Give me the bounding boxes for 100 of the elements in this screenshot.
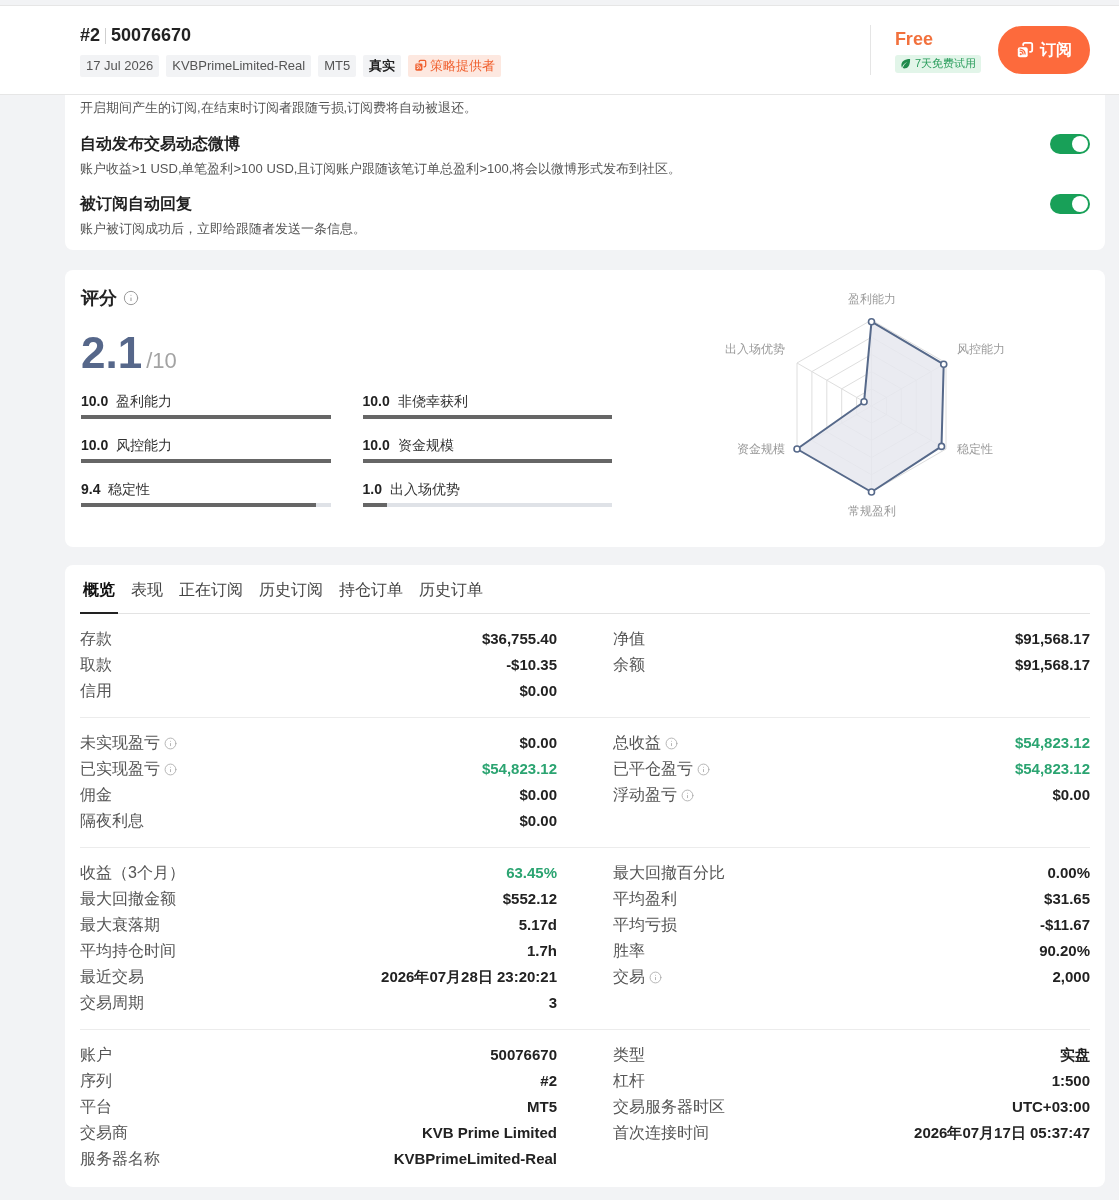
score-title: 评分 — [81, 286, 117, 310]
stat-label: 净值 — [613, 629, 645, 649]
stat-value: $36,755.40 — [481, 628, 557, 649]
stat-label: 存款 — [80, 629, 112, 649]
tab[interactable]: 历史订单 — [416, 580, 486, 614]
stat-label: 序列 — [80, 1071, 112, 1091]
metric-score: 1.0 — [362, 479, 382, 499]
metric-label: 盈利能力 — [116, 391, 173, 411]
stat-label: 已平仓盈亏 — [613, 759, 693, 779]
toggle-switch[interactable] — [1050, 194, 1090, 214]
stat-value: $0.00 — [519, 680, 557, 701]
metric-score: 9.4 — [81, 479, 101, 499]
stat-value: #2 — [540, 1070, 557, 1091]
axis-label: 盈利能力 — [847, 292, 896, 307]
stat-label: 平均亏损 — [613, 915, 677, 935]
stat-value: 2026年07月17日 05:37:47 — [914, 1122, 1090, 1143]
tab[interactable]: 正在订阅 — [176, 580, 246, 614]
metric-label: 非侥幸获利 — [397, 391, 468, 411]
stat-label: 首次连接时间 — [613, 1123, 709, 1143]
stat-label: 最大回撤金额 — [80, 889, 176, 909]
stat-value: 3 — [548, 992, 557, 1013]
stat-value: -$10.35 — [506, 654, 557, 675]
stat-value: $0.00 — [1052, 784, 1090, 805]
stat-label: 隔夜利息 — [80, 811, 144, 831]
stat-label: 未实现盈亏 — [80, 733, 160, 753]
stat-label: 平均持仓时间 — [80, 941, 176, 961]
stat-value: $552.12 — [502, 888, 557, 909]
stat-label: 平均盈利 — [613, 889, 677, 909]
stat-value: 实盘 — [1060, 1044, 1090, 1065]
stat-value: KVB Prime Limited — [421, 1122, 557, 1143]
radar-point — [860, 397, 868, 406]
price-label: Free — [894, 27, 933, 50]
tag-label: 策略提供者 — [430, 56, 496, 75]
radar-point — [867, 317, 876, 326]
stat-value: $0.00 — [519, 810, 557, 831]
stat-value: $0.00 — [519, 784, 557, 805]
axis-label: 出入场优势 — [725, 342, 785, 357]
stat-label: 已实现盈亏 — [80, 759, 160, 779]
setting-title: 被订阅自动回复 — [80, 194, 193, 214]
stat-label: 交易周期 — [80, 993, 144, 1013]
metric-label: 资金规模 — [397, 435, 454, 455]
stat-label: 账户 — [80, 1045, 112, 1065]
stat-label: 佣金 — [80, 785, 112, 805]
rank-number: #2 — [80, 24, 101, 47]
score-max: /10 — [146, 347, 177, 375]
setting-description: 账户被订阅成功后，立即给跟随者发送一条信息。 — [80, 220, 366, 238]
stat-value: UTC+03:00 — [1012, 1096, 1090, 1117]
stat-label: 最近交易 — [80, 967, 144, 987]
tab[interactable]: 概览 — [80, 580, 118, 614]
settings-note: 开启期间产生的订阅,在结束时订阅者跟随亏损,订阅费将自动被退还。 — [80, 99, 479, 117]
radar-point — [937, 442, 946, 451]
tab[interactable]: 历史订阅 — [256, 580, 326, 614]
stat-label: 总收益 — [613, 733, 661, 753]
metric-label: 稳定性 — [108, 479, 151, 499]
account-number: 50076670 — [111, 24, 192, 47]
stat-value: 63.45% — [506, 862, 557, 883]
tag: MT5 — [318, 54, 357, 77]
stat-value: $0.00 — [519, 732, 557, 753]
stat-value: 90.20% — [1039, 940, 1090, 961]
trial-label: 7天免费试用 — [914, 56, 976, 72]
stat-value: $54,823.12 — [1014, 732, 1090, 753]
axis-label: 常规盈利 — [847, 504, 896, 519]
stat-label: 交易服务器时区 — [613, 1097, 725, 1117]
axis-label: 稳定性 — [957, 442, 993, 457]
stat-value: 50076670 — [490, 1044, 557, 1065]
axis-label: 资金规模 — [737, 442, 785, 457]
stat-value: 2026年07月28日 23:20:21 — [381, 966, 557, 987]
stat-value: $91,568.17 — [1014, 628, 1090, 649]
rss-icon — [414, 59, 428, 72]
stat-label: 杠杆 — [613, 1071, 645, 1091]
stat-value: 1.7h — [527, 940, 557, 961]
score-value: 2.1 — [81, 331, 143, 375]
toggle-switch[interactable] — [1050, 134, 1090, 154]
rss-icon — [1016, 41, 1034, 59]
metric-score: 10.0 — [362, 391, 390, 411]
stat-label: 最大回撤百分比 — [613, 863, 725, 883]
stat-label: 信用 — [80, 681, 112, 701]
stat-label: 最大衰落期 — [80, 915, 160, 935]
stat-value: MT5 — [527, 1096, 557, 1117]
stat-label: 服务器名称 — [80, 1149, 160, 1169]
stat-value: $54,823.12 — [481, 758, 557, 779]
stat-value: $31.65 — [1044, 888, 1090, 909]
radar-point — [867, 488, 876, 496]
setting-title: 自动发布交易动态微博 — [80, 134, 241, 154]
tab[interactable]: 表现 — [128, 580, 166, 614]
setting-description: 账户收益>1 USD,单笔盈利>100 USD,且订阅账户跟随该笔订单总盈利>100,将会以微博形式发布到社区。 — [80, 160, 682, 178]
metric-score: 10.0 — [81, 435, 109, 455]
metric-label: 出入场优势 — [389, 479, 460, 499]
stat-value: $91,568.17 — [1014, 654, 1090, 675]
tag: 真实 — [363, 54, 402, 77]
metric-score: 10.0 — [81, 391, 109, 411]
stat-value: 0.00% — [1047, 862, 1090, 883]
stat-label: 浮动盈亏 — [613, 785, 677, 805]
stat-label: 收益（3个月） — [80, 863, 185, 883]
tag: KVBPrimeLimited-Real — [166, 54, 312, 77]
axis-label: 风控能力 — [957, 342, 1005, 357]
tab[interactable]: 持仓订单 — [336, 580, 406, 614]
stat-value: KVBPrimeLimited-Real — [393, 1148, 557, 1169]
stat-label: 胜率 — [613, 941, 645, 961]
stat-label: 取款 — [80, 655, 112, 675]
